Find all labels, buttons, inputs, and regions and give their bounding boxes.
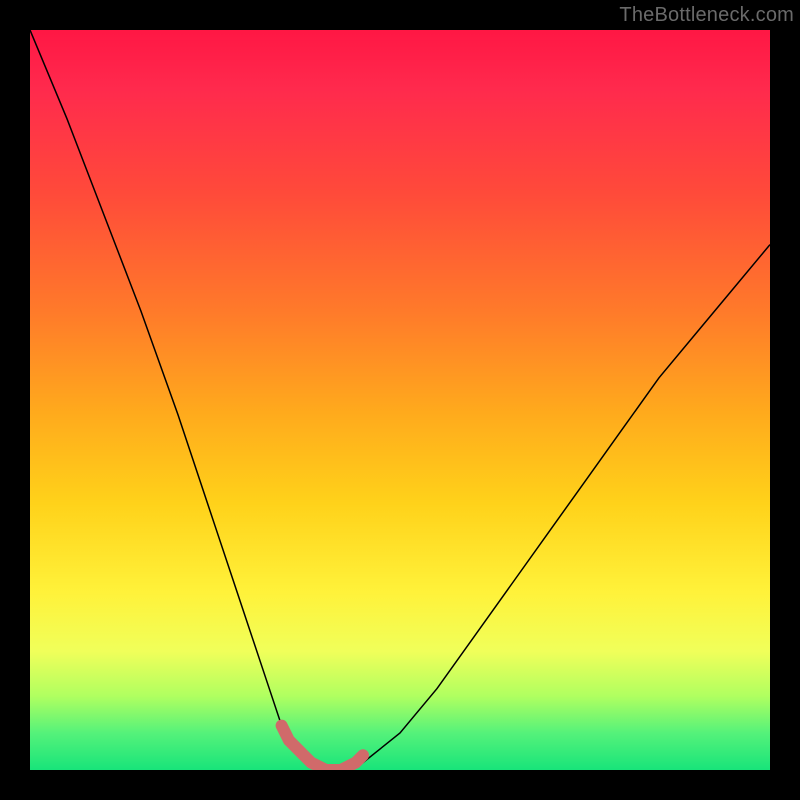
chart-overlay [30,30,770,770]
chart-stage: TheBottleneck.com [0,0,800,800]
optimum-marker-line [282,726,363,770]
plot-area [30,30,770,770]
watermark-text: TheBottleneck.com [619,4,794,27]
bottleneck-curve-line [30,30,770,770]
